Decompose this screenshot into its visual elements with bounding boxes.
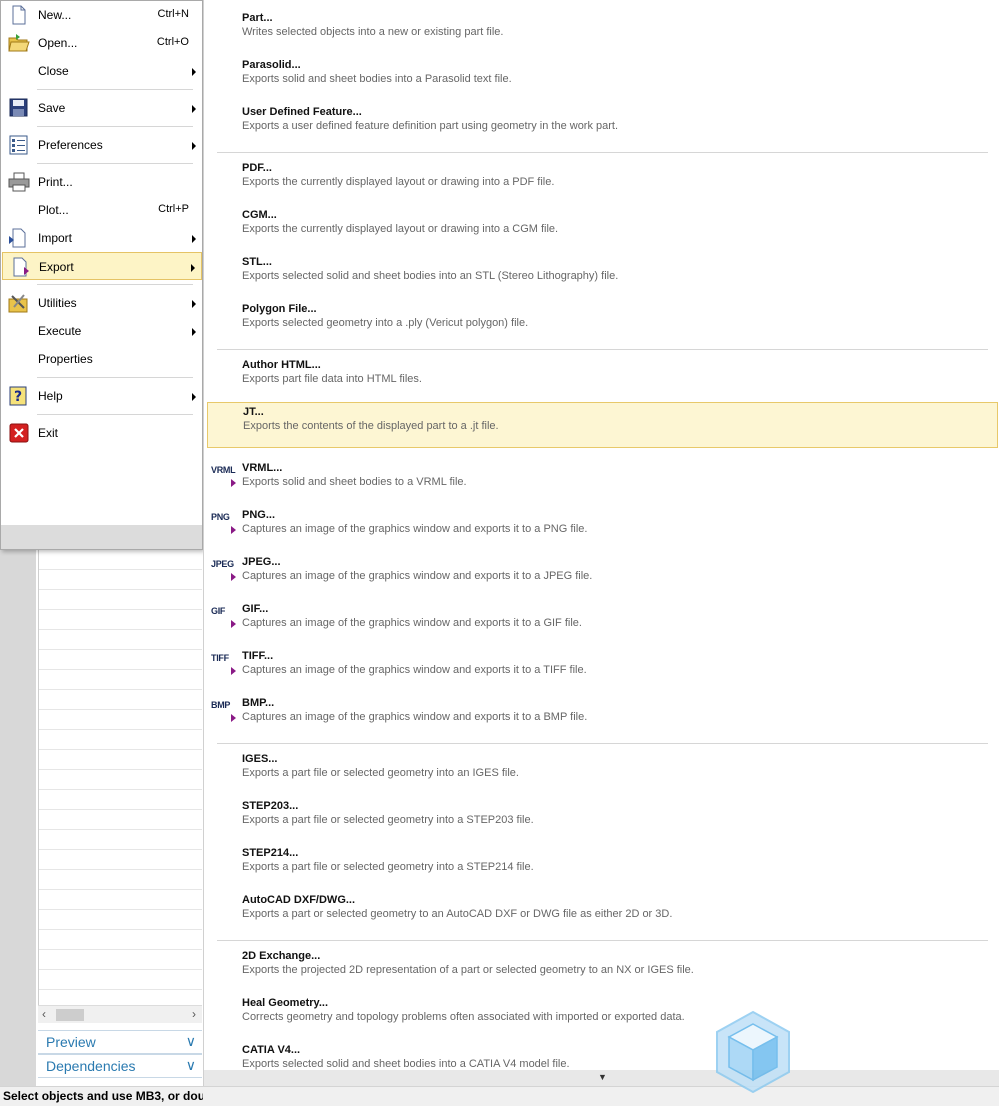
export-item-step203[interactable]: STEP203... Exports a part file or select… <box>207 789 998 835</box>
export-item-user-defined-feature[interactable]: User Defined Feature... Exports a user d… <box>207 95 998 141</box>
preview-panel-header[interactable]: Preview ∨ <box>38 1030 202 1054</box>
dependencies-panel-header[interactable]: Dependencies ∨ <box>38 1054 202 1078</box>
chevron-down-icon[interactable]: ∨ <box>186 1033 196 1050</box>
navigator-list[interactable] <box>38 550 202 1005</box>
export-item-pdf[interactable]: PDF... Exports the currently displayed l… <box>207 151 998 197</box>
submenu-arrow-icon <box>192 300 196 308</box>
export-item-author-html[interactable]: Author HTML... Exports part file data in… <box>207 348 998 394</box>
export-item-heal-geometry[interactable]: Heal Geometry... Corrects geometry and t… <box>207 986 998 1032</box>
jpeg-format-icon: JPEG <box>209 557 239 585</box>
file-menu: New... Ctrl+N Open... Ctrl+O Close Save … <box>0 0 203 550</box>
export-item-gif[interactable]: GIF GIF... Captures an image of the grap… <box>207 592 998 638</box>
menu-item-import[interactable]: Import <box>2 224 202 252</box>
scroll-left-icon[interactable]: ‹ <box>42 1007 46 1021</box>
menu-item-save[interactable]: Save <box>2 94 202 122</box>
tiff-format-icon: TIFF <box>209 651 239 679</box>
scroll-right-icon[interactable]: › <box>192 1007 196 1021</box>
import-icon <box>9 228 26 248</box>
export-item-tiff[interactable]: TIFF TIFF... Captures an image of the gr… <box>207 639 998 685</box>
menu-item-execute[interactable]: Execute <box>2 317 202 345</box>
export-item-2d-exchange[interactable]: 2D Exchange... Exports the projected 2D … <box>207 939 998 985</box>
submenu-arrow-icon <box>192 235 196 243</box>
menu-item-properties[interactable]: Properties <box>2 345 202 373</box>
menu-item-plot[interactable]: Plot... Ctrl+P <box>2 196 202 224</box>
utilities-icon <box>8 294 28 313</box>
exit-icon <box>9 423 29 443</box>
help-icon: ? <box>9 386 27 406</box>
dependencies-label: Dependencies <box>46 1058 136 1074</box>
preview-label: Preview <box>46 1034 96 1050</box>
export-item-jpeg[interactable]: JPEG JPEG... Captures an image of the gr… <box>207 545 998 591</box>
chevron-down-icon[interactable]: ∨ <box>186 1057 196 1074</box>
menu-item-utilities[interactable]: Utilities <box>2 289 202 317</box>
bmp-format-icon: BMP <box>209 698 239 726</box>
cube-watermark-icon <box>716 1010 790 1094</box>
export-item-part[interactable]: Part... Writes selected objects into a n… <box>207 1 998 47</box>
export-submenu: Part... Writes selected objects into a n… <box>203 0 999 1086</box>
open-folder-icon <box>8 34 30 52</box>
menu-item-exit[interactable]: Exit <box>2 419 202 447</box>
menu-item-preferences[interactable]: Preferences <box>2 131 202 159</box>
submenu-arrow-icon <box>192 68 196 76</box>
status-bar: Select objects and use MB3, or double- <box>0 1086 999 1106</box>
file-menu-footer <box>1 525 202 549</box>
submenu-arrow-icon <box>192 393 196 401</box>
export-item-autocad-dxf-dwg[interactable]: AutoCAD DXF/DWG... Exports a part or sel… <box>207 883 998 929</box>
save-icon <box>9 98 28 117</box>
scroll-thumb[interactable] <box>56 1009 84 1021</box>
export-item-stl[interactable]: STL... Exports selected solid and sheet … <box>207 245 998 291</box>
status-text: Select objects and use MB3, or double- <box>3 1089 203 1103</box>
menu-separator <box>37 89 193 90</box>
submenu-arrow-icon <box>192 105 196 113</box>
menu-item-help[interactable]: ? Help <box>2 382 202 410</box>
submenu-arrow-icon <box>192 142 196 150</box>
printer-icon <box>8 172 30 192</box>
menu-item-new[interactable]: New... Ctrl+N <box>2 1 202 29</box>
png-format-icon: PNG <box>209 510 239 538</box>
submenu-arrow-icon <box>191 264 195 272</box>
export-icon <box>13 257 29 277</box>
menu-item-open[interactable]: Open... Ctrl+O <box>2 29 202 57</box>
menu-separator <box>37 163 193 164</box>
export-item-bmp[interactable]: BMP BMP... Captures an image of the grap… <box>207 686 998 732</box>
submenu-arrow-icon <box>192 328 196 336</box>
horizontal-scrollbar[interactable]: ‹ › <box>38 1005 202 1023</box>
vrml-format-icon: VRML <box>209 463 239 491</box>
export-item-parasolid[interactable]: Parasolid... Exports solid and sheet bod… <box>207 48 998 94</box>
export-item-step214[interactable]: STEP214... Exports a part file or select… <box>207 836 998 882</box>
scroll-down-icon[interactable]: ▼ <box>598 1072 607 1082</box>
left-toolbar-strip <box>0 550 36 1086</box>
export-item-vrml[interactable]: VRML VRML... Exports solid and sheet bod… <box>207 451 998 497</box>
menu-separator <box>37 377 193 378</box>
menu-separator <box>37 414 193 415</box>
export-item-png[interactable]: PNG PNG... Captures an image of the grap… <box>207 498 998 544</box>
menu-separator <box>37 284 193 285</box>
menu-item-export[interactable]: Export <box>2 252 202 280</box>
export-item-jt[interactable]: JT... Exports the contents of the displa… <box>207 402 998 448</box>
export-item-polygon-file[interactable]: Polygon File... Exports selected geometr… <box>207 292 998 338</box>
export-item-cgm[interactable]: CGM... Exports the currently displayed l… <box>207 198 998 244</box>
svg-text:?: ? <box>14 389 22 405</box>
export-item-iges[interactable]: IGES... Exports a part file or selected … <box>207 742 998 788</box>
menu-item-close[interactable]: Close <box>2 57 202 85</box>
preferences-icon <box>9 135 28 155</box>
menu-separator <box>37 126 193 127</box>
submenu-scroll-down[interactable]: ▼ <box>204 1070 999 1086</box>
gif-format-icon: GIF <box>209 604 239 632</box>
menu-item-print[interactable]: Print... <box>2 168 202 196</box>
new-file-icon <box>12 5 26 25</box>
